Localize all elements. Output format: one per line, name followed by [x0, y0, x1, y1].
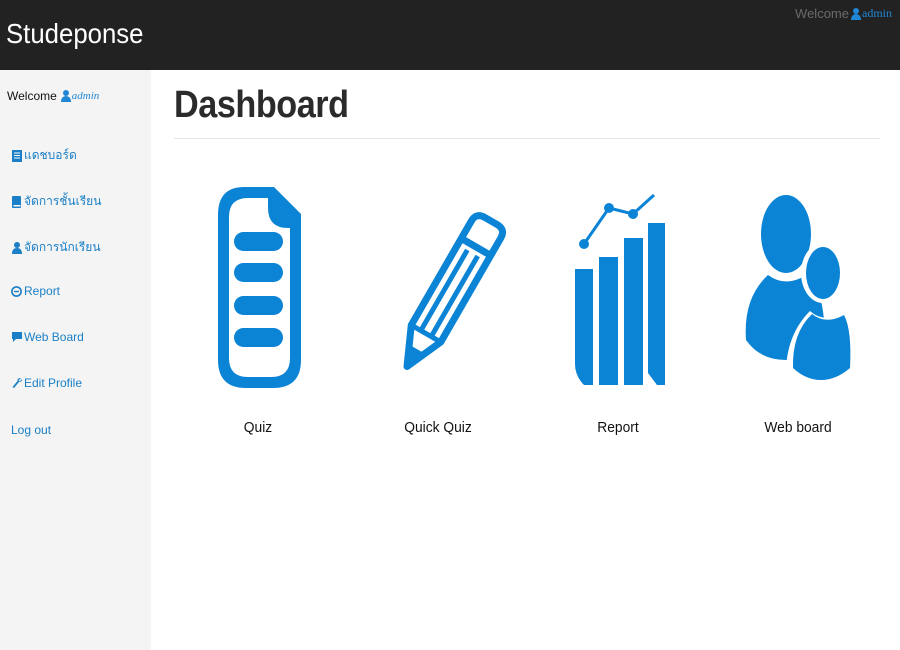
sidebar-item-label: Report: [24, 284, 61, 298]
tile-label: Report: [597, 419, 639, 436]
sidebar-item-edit-profile[interactable]: Edit Profile: [11, 376, 82, 390]
top-welcome: Welcome admin: [795, 6, 892, 21]
wrench-icon: [11, 377, 22, 389]
sidebar-welcome-label: Welcome: [7, 89, 57, 103]
tile-label: Quiz: [243, 419, 273, 436]
sidebar-item-label: แดชบอร์ด: [24, 148, 77, 162]
sidebar: Welcome admin แดชบอร์ด จัดการชั้นเรียน จ…: [0, 70, 151, 650]
sidebar-user-link[interactable]: admin: [60, 90, 100, 102]
tile-label: Quick Quiz: [404, 419, 472, 436]
sidebar-item-classes[interactable]: จัดการชั้นเรียน: [11, 192, 101, 211]
circle-minus-icon: [11, 285, 22, 297]
book-icon: [11, 195, 22, 208]
tile-webboard[interactable]: Web board: [708, 180, 888, 450]
user-icon: [851, 7, 861, 20]
brand-logo[interactable]: Studeponse: [6, 18, 144, 50]
top-welcome-label: Welcome: [795, 6, 849, 21]
sidebar-item-label: จัดการชั้นเรียน: [24, 194, 102, 208]
sidebar-item-label: Web Board: [24, 330, 84, 344]
page-title: Dashboard: [174, 84, 349, 126]
sidebar-item-label: จัดการนักเรียน: [24, 240, 101, 254]
users-icon: [745, 195, 854, 390]
user-icon: [11, 241, 22, 254]
sidebar-welcome: Welcome admin: [7, 89, 99, 103]
top-navbar: Studeponse Welcome admin: [0, 0, 900, 70]
tile-report[interactable]: Report: [528, 180, 708, 450]
pencil-icon: [403, 212, 507, 370]
top-user-link[interactable]: admin: [851, 6, 892, 21]
list-icon: [11, 149, 22, 162]
sidebar-item-logout[interactable]: Log out: [11, 423, 51, 437]
sidebar-user-name: admin: [71, 90, 100, 102]
sidebar-item-label: Edit Profile: [24, 376, 83, 390]
sidebar-item-students[interactable]: จัดการนักเรียน: [11, 238, 101, 257]
title-divider: [174, 138, 880, 139]
sidebar-item-report[interactable]: Report: [11, 284, 60, 298]
top-user-name: admin: [862, 6, 892, 20]
sidebar-item-dashboard[interactable]: แดชบอร์ด: [11, 146, 77, 165]
tile-quick-quiz[interactable]: Quick Quiz: [348, 180, 528, 450]
tile-quiz[interactable]: Quiz: [168, 180, 348, 450]
user-icon: [60, 90, 71, 102]
document-icon: [218, 187, 301, 388]
tile-label: Web board: [764, 419, 832, 436]
sidebar-item-webboard[interactable]: Web Board: [11, 330, 84, 344]
sidebar-item-label: Log out: [11, 423, 52, 437]
bar-chart-icon: [575, 193, 665, 385]
comment-icon: [11, 331, 22, 343]
